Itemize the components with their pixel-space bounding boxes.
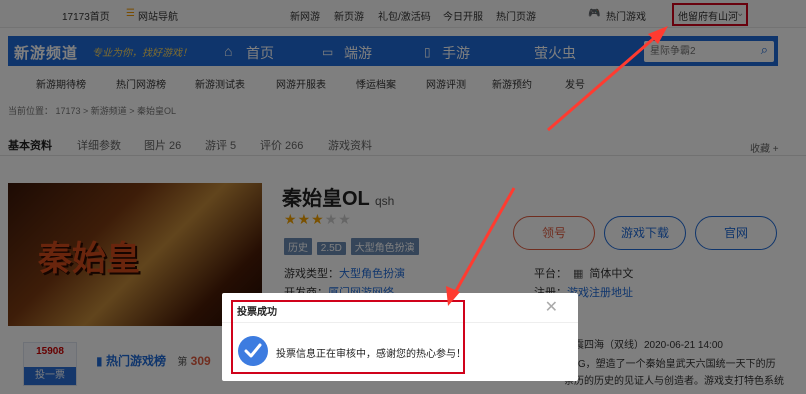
- arrow-line-lower: [450, 187, 516, 299]
- page: 17173首页 ☰ 网站导航 新网游 新页游 礼包/激活码 今日开服 热门页游 …: [0, 0, 806, 394]
- arrow-line-upper: [547, 31, 661, 132]
- annotation-arrows: [446, 26, 668, 306]
